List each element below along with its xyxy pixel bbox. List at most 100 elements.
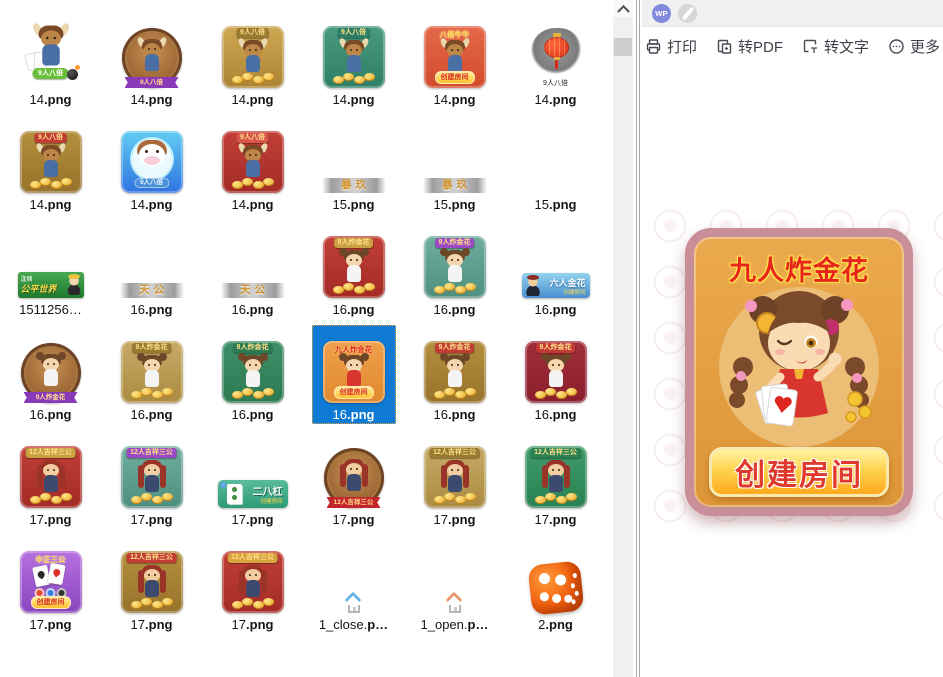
file-item[interactable]: 二八杠创建房间17.png <box>211 430 295 529</box>
file-name[interactable]: 17.png <box>434 512 476 527</box>
file-icon: 12人吉祥三公 <box>525 446 587 508</box>
file-item[interactable]: 12人吉祥三公17.png <box>312 430 396 529</box>
file-item[interactable]: 天公16.png <box>211 220 295 319</box>
file-name[interactable]: 16.png <box>535 407 577 422</box>
file-name[interactable]: 17.png <box>30 617 72 632</box>
file-item[interactable]: 12人吉祥三公 17.png <box>110 430 194 529</box>
app-badge-row: WP <box>642 0 943 27</box>
gold-coins-icon <box>28 493 74 504</box>
file-item[interactable]: 9人炸金花16.png <box>110 325 194 424</box>
game-label-pill: 9人八倍 <box>134 178 169 188</box>
file-name[interactable]: 17.png <box>232 512 274 527</box>
create-room-label: 创建房间 <box>260 497 282 505</box>
file-item[interactable]: 八倍牛牛创建房间14.png <box>413 10 497 109</box>
gold-coins-icon <box>533 493 579 504</box>
file-name[interactable]: 14.png <box>232 197 274 212</box>
file-item[interactable]: 9人八倍14.png <box>211 115 295 214</box>
file-name[interactable]: 14.png <box>30 197 72 212</box>
woman-character-icon <box>539 460 573 496</box>
vertical-scrollbar[interactable] <box>613 0 633 677</box>
file-item[interactable]: 逢赌公平世界1511256… <box>9 220 93 319</box>
file-name[interactable]: 1511256… <box>19 302 82 317</box>
file-name[interactable]: 14.png <box>30 92 72 107</box>
file-name[interactable]: 16.png <box>232 302 274 317</box>
wps-app-badge[interactable]: WP <box>652 4 671 23</box>
file-item[interactable]: 暴玖 15.png <box>413 115 497 214</box>
file-item[interactable]: 六人金花创建房间16.png <box>514 220 598 319</box>
file-item[interactable]: 12人吉祥三公 17.png <box>110 535 194 634</box>
file-name[interactable]: 16.png <box>131 407 173 422</box>
file-item[interactable]: 1_open.p… <box>413 535 497 634</box>
file-item[interactable]: 9人炸金花16.png <box>211 325 295 424</box>
file-item[interactable]: 9人八倍 14.png <box>110 115 194 214</box>
file-name[interactable]: 17.png <box>333 512 375 527</box>
file-name[interactable]: 14.png <box>535 92 577 107</box>
file-name[interactable]: 17.png <box>535 512 577 527</box>
file-item[interactable]: 暴玖15.png <box>312 115 396 214</box>
file-name[interactable]: 17.png <box>131 512 173 527</box>
file-name[interactable]: 14.png <box>232 92 274 107</box>
file-item[interactable]: 9人炸金花16.png <box>312 220 396 319</box>
print-button[interactable]: 打印 <box>645 36 697 57</box>
file-name[interactable]: 1_close.p… <box>319 617 388 632</box>
file-item[interactable]: 9人八倍14.png <box>110 10 194 109</box>
file-name[interactable]: 17.png <box>131 617 173 632</box>
gold-coins-icon <box>331 283 377 294</box>
file-name[interactable]: 16.png <box>434 302 476 317</box>
file-item[interactable]: 9人八倍14.png <box>312 10 396 109</box>
file-icon: 12人吉祥三公 <box>121 446 183 508</box>
file-item[interactable]: 12人吉祥三公17.png <box>413 430 497 529</box>
file-name[interactable]: 15.png <box>434 197 476 212</box>
file-name[interactable]: 14.png <box>333 92 375 107</box>
file-name[interactable]: 15.png <box>333 197 375 212</box>
file-item[interactable]: 1_close.p… <box>312 535 396 634</box>
convert-text-icon <box>802 38 819 55</box>
convert-text-button[interactable]: 转文字 <box>802 36 869 57</box>
file-name[interactable]: 16.png <box>333 302 375 317</box>
file-item[interactable]: 9人炸金花16.png <box>9 325 93 424</box>
gold-coins-icon <box>129 598 175 609</box>
file-icon <box>530 563 582 613</box>
more-button[interactable]: 更多 <box>888 36 940 57</box>
file-name[interactable]: 16.png <box>131 302 173 317</box>
file-name[interactable]: 16.png <box>333 407 375 422</box>
file-item[interactable]: 9人八倍 14.png <box>211 10 295 109</box>
scrollbar-up-arrow-icon[interactable] <box>613 0 633 17</box>
convert-pdf-icon <box>716 38 733 55</box>
file-name[interactable]: 17.png <box>232 617 274 632</box>
file-item[interactable]: 9人八倍14.png <box>514 10 598 109</box>
file-item[interactable]: 9人炸金花16.png <box>413 325 497 424</box>
girl-character-icon <box>236 355 270 391</box>
disabled-app-badge[interactable] <box>678 4 697 23</box>
file-name[interactable]: 14.png <box>131 92 173 107</box>
file-icon <box>342 592 366 613</box>
file-name[interactable]: 14.png <box>434 92 476 107</box>
file-name[interactable]: 16.png <box>30 407 72 422</box>
card-banner: 12人吉祥三公 <box>126 553 177 563</box>
file-name[interactable]: 16.png <box>232 407 274 422</box>
file-item[interactable]: 9人炸金花16.png <box>514 325 598 424</box>
file-item[interactable]: 中正三公创建房间17.png <box>9 535 93 634</box>
file-item[interactable]: 9人炸金花16.png <box>413 220 497 319</box>
file-item[interactable]: 12人吉祥三公17.png <box>211 535 295 634</box>
file-item-selected[interactable]: 九人炸金花创建房间16.png <box>312 325 396 424</box>
file-name[interactable]: 16.png <box>434 407 476 422</box>
file-item[interactable]: 15.png <box>514 115 598 214</box>
pane-splitter[interactable] <box>633 0 642 677</box>
convert-pdf-button[interactable]: 转PDF <box>716 36 783 57</box>
file-item[interactable]: 9人八倍14.png <box>9 115 93 214</box>
file-item[interactable]: 9人八倍14.png <box>9 10 93 109</box>
file-item[interactable]: 12人吉祥三公17.png <box>9 430 93 529</box>
file-name[interactable]: 1_open.p… <box>421 617 489 632</box>
file-icon: 暴玖 <box>423 178 487 193</box>
file-item[interactable]: 天公16.png <box>110 220 194 319</box>
file-name[interactable]: 17.png <box>30 512 72 527</box>
file-item[interactable]: 2.png <box>514 535 598 634</box>
file-name[interactable]: 15.png <box>535 197 577 212</box>
file-name[interactable]: 14.png <box>131 197 173 212</box>
file-item[interactable]: 12人吉祥三公 17.png <box>514 430 598 529</box>
card-banner: 9人八倍 <box>236 28 269 38</box>
file-name[interactable]: 2.png <box>538 617 573 632</box>
file-name[interactable]: 16.png <box>535 302 577 317</box>
scrollbar-thumb[interactable] <box>614 38 632 56</box>
